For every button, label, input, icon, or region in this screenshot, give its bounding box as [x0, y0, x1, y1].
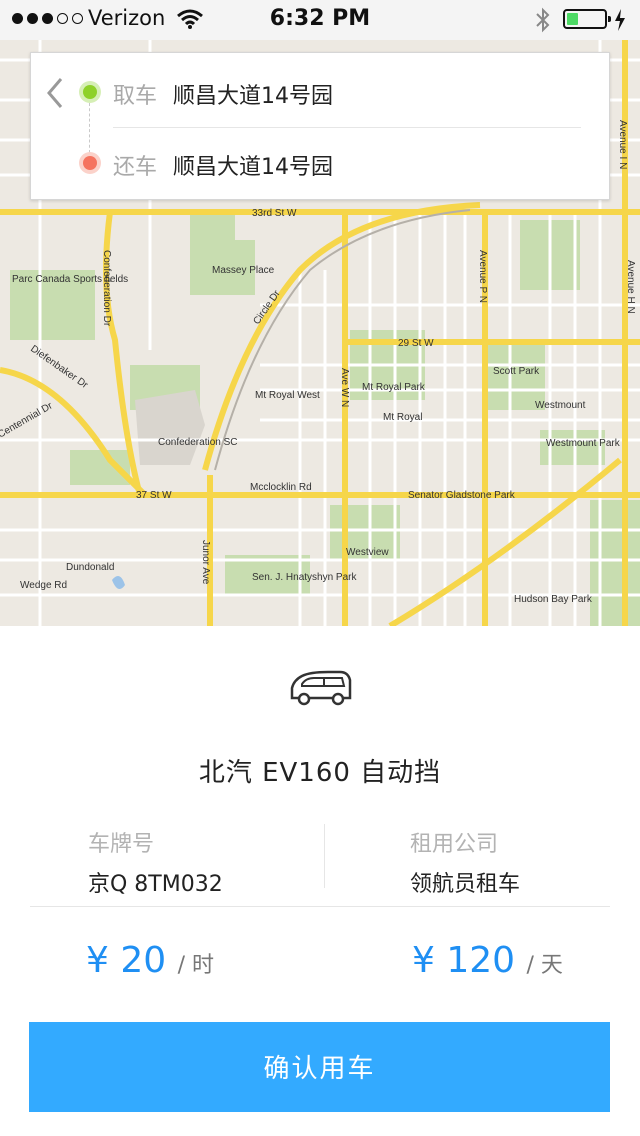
map-label: Westmount — [535, 400, 586, 411]
map-label: Junor Ave — [200, 540, 211, 585]
map-label: Mt Royal West — [255, 390, 320, 401]
map-label: Mt Royal — [383, 412, 422, 423]
section-divider — [30, 906, 610, 907]
map-label: Avenue P N — [477, 250, 488, 303]
bluetooth-icon — [536, 7, 550, 33]
route-connector — [89, 103, 90, 153]
hourly-price: ¥ 20 / 时 — [86, 940, 214, 981]
map-label: Senator Gladstone Park — [408, 490, 516, 501]
map-label: 33rd St W — [252, 208, 297, 219]
route-divider — [113, 127, 581, 128]
map-label: Ave W N — [339, 368, 350, 407]
map-label: 29 St W — [398, 338, 434, 349]
back-chevron-icon[interactable] — [43, 75, 67, 111]
hourly-unit: / 时 — [177, 953, 215, 978]
daily-unit: / 天 — [526, 953, 563, 978]
map-label: Confederation SC — [158, 437, 238, 448]
daily-currency: ¥ — [412, 940, 435, 981]
info-divider — [324, 824, 325, 888]
van-icon — [290, 670, 352, 706]
return-label: 还车 — [113, 155, 158, 180]
map-label: Avenue I N — [617, 120, 628, 169]
car-model: 北汽 EV160 自动挡 — [198, 758, 442, 788]
battery-icon — [563, 9, 611, 29]
map-label: Confederation Dr — [101, 250, 112, 327]
hourly-currency: ¥ — [86, 940, 109, 981]
battery-level — [567, 13, 578, 25]
map-label: Dundonald — [66, 562, 114, 573]
return-dot-icon — [83, 156, 97, 170]
map-label: Avenue H N — [625, 260, 636, 314]
map-label: 37 St W — [136, 490, 172, 501]
daily-price: ¥ 120 / 天 — [412, 940, 563, 981]
pickup-label: 取车 — [113, 84, 158, 109]
daily-amount: 120 — [446, 940, 516, 981]
confirm-rental-button[interactable]: 确认用车 — [29, 1022, 610, 1112]
map-label: Mt Royal Park — [362, 382, 426, 393]
route-card: 取车 顺昌大道14号园 还车 顺昌大道14号园 — [30, 52, 610, 200]
hourly-amount: 20 — [120, 940, 167, 981]
company-value: 领航员租车 — [410, 872, 521, 897]
return-location[interactable]: 顺昌大道14号园 — [173, 149, 333, 181]
pickup-dot-icon — [83, 85, 97, 99]
pickup-location[interactable]: 顺昌大道14号园 — [173, 78, 333, 110]
map-label: Hudson Bay Park — [514, 594, 593, 605]
map-label: Mcclocklin Rd — [250, 482, 312, 493]
plate-label: 车牌号 — [88, 832, 155, 857]
map-label: Massey Place — [212, 265, 275, 276]
map-label: Scott Park — [493, 366, 540, 377]
company-label: 租用公司 — [410, 832, 499, 857]
map-label: Centennial Dr — [0, 400, 55, 440]
plate-value: 京Q 8TM032 — [88, 872, 223, 897]
map-label: Westmount Park — [546, 438, 621, 449]
map-label: Wedge Rd — [20, 580, 67, 591]
map-label: Westview — [346, 547, 389, 558]
charging-icon — [615, 9, 625, 31]
status-bar: Verizon 6:32 PM — [0, 0, 640, 40]
map-label: Sen. J. Hnatyshyn Park — [252, 572, 357, 583]
